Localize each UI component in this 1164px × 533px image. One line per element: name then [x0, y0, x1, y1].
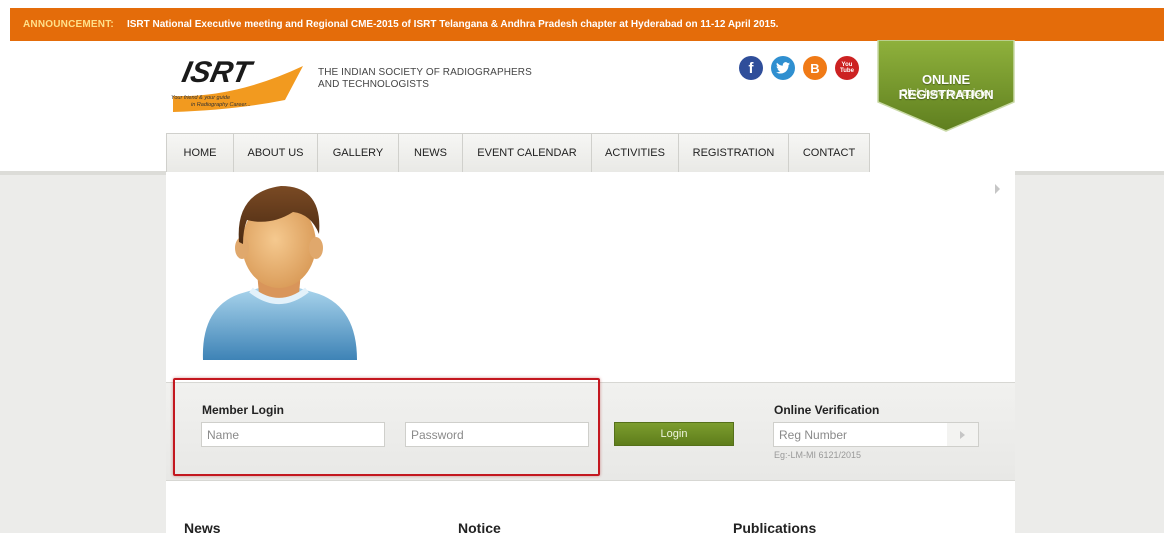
registration-number-hint: Eg:-LM-MI 6121/2015 — [774, 450, 862, 460]
left-background-band — [0, 171, 166, 533]
organization-name-line2: AND TECHNOLOGISTS — [318, 79, 429, 90]
nav-contact[interactable]: CONTACT — [788, 134, 869, 172]
nav-gallery[interactable]: GALLERY — [317, 134, 398, 172]
login-button[interactable]: Login — [614, 422, 734, 446]
logo-wordmark: ISRT — [179, 56, 256, 89]
announcement-text[interactable]: ISRT National Executive meeting and Regi… — [127, 19, 778, 30]
notice-heading: Notice — [458, 520, 501, 533]
organization-name: THE INDIAN SOCIETY OF RADIOGRAPHERS AND … — [318, 67, 532, 91]
nav-registration[interactable]: REGISTRATION — [678, 134, 788, 172]
youtube-glyph-bottom: Tube — [840, 68, 854, 74]
main-navigation: HOME ABOUT US GALLERY NEWS EVENT CALENDA… — [166, 133, 870, 172]
logo-tagline-1: Your friend & your guide — [171, 95, 230, 101]
organization-name-line1: THE INDIAN SOCIETY OF RADIOGRAPHERS — [318, 67, 532, 78]
right-background-band — [1015, 171, 1164, 533]
nav-home[interactable]: HOME — [166, 134, 233, 172]
nav-event-calendar[interactable]: EVENT CALENDAR — [462, 134, 591, 172]
facebook-glyph: f — [748, 59, 754, 77]
verify-submit-button[interactable] — [947, 422, 979, 447]
online-registration-button[interactable]: ONLINE REGISTRATION Click here to regist… — [876, 40, 1016, 132]
logo-tagline-2: in Radiography Career... — [191, 102, 251, 108]
announcement-label: ANNOUNCEMENT: — [23, 19, 114, 30]
publications-heading: Publications — [733, 520, 817, 533]
member-login-highlight — [173, 378, 600, 476]
blogger-icon[interactable]: B — [803, 56, 827, 80]
isrt-logo[interactable]: ISRT Your friend & your guide in Radiogr… — [165, 52, 310, 120]
social-links: f B You Tube — [739, 56, 859, 80]
registration-subtitle: Click here to register — [900, 88, 992, 99]
facebook-icon[interactable]: f — [739, 56, 763, 80]
nav-activities[interactable]: ACTIVITIES — [591, 134, 678, 172]
nav-about-us[interactable]: ABOUT US — [233, 134, 317, 172]
slider-next-arrow-icon[interactable] — [995, 184, 1000, 194]
news-heading: News — [184, 520, 221, 533]
member-avatar-icon — [195, 180, 363, 365]
announcement-bar: ANNOUNCEMENT: ISRT National Executive me… — [10, 8, 1164, 41]
registration-number-input[interactable] — [773, 422, 948, 447]
blogger-glyph: B — [810, 60, 820, 76]
online-verification-title: Online Verification — [774, 403, 880, 417]
nav-news[interactable]: NEWS — [398, 134, 462, 172]
youtube-icon[interactable]: You Tube — [835, 56, 859, 80]
twitter-icon[interactable] — [771, 56, 795, 80]
